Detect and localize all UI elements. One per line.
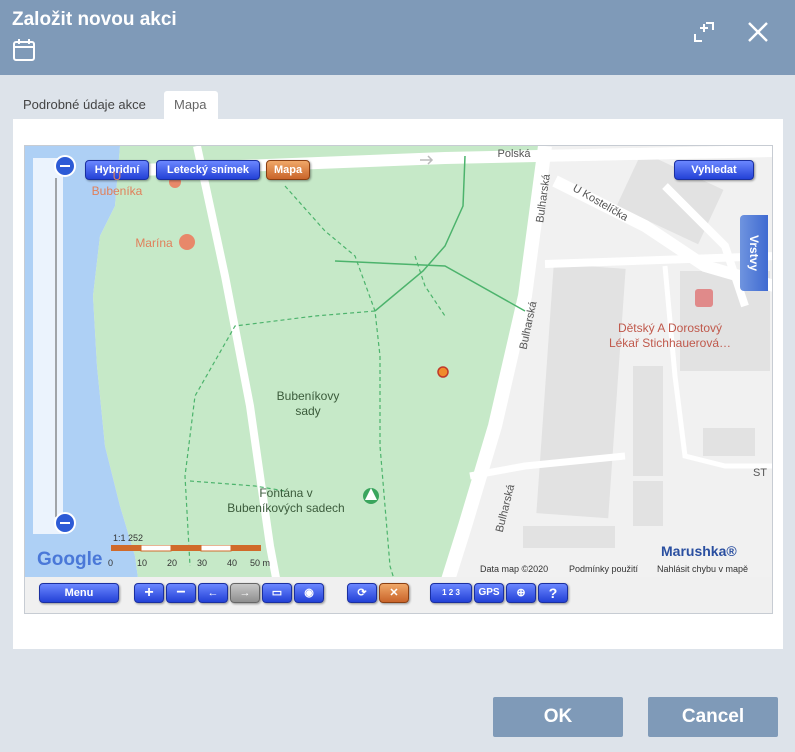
globe-icon: ◉ xyxy=(304,587,314,599)
map-label-polska: Polská xyxy=(497,148,531,160)
map-label-park: Bubeníkovy sady xyxy=(276,389,340,418)
zoom-out-button[interactable]: − xyxy=(166,583,196,603)
map-label-marina: Marína xyxy=(135,236,173,250)
ok-button[interactable]: OK xyxy=(493,697,623,737)
arrow-right-icon: → xyxy=(239,587,251,599)
scale-tick-1: 10 xyxy=(137,558,148,568)
arrow-left-icon: ← xyxy=(207,587,219,599)
scale-ratio: 1:1 252 xyxy=(113,533,144,543)
locate-button[interactable]: ⊕ xyxy=(506,583,536,603)
map-label-bubenika: U Bubeníka xyxy=(91,169,143,198)
restaurant-marker-icon[interactable] xyxy=(179,234,195,250)
extent-icon: ▭ xyxy=(271,587,283,599)
numbering-button[interactable]: 1 2 3 xyxy=(430,583,472,603)
tab-map[interactable]: Mapa xyxy=(164,91,218,120)
dialog-title: Založit novou akci xyxy=(12,9,177,30)
scale-tick-2: 20 xyxy=(167,558,178,568)
aerial-button[interactable]: Letecký snímek xyxy=(156,160,260,180)
search-button[interactable]: Vyhledat xyxy=(674,160,754,180)
menu-button[interactable]: Menu xyxy=(39,583,119,603)
map-button[interactable]: Mapa xyxy=(266,160,310,180)
zoom-extent-button[interactable]: ▭ xyxy=(262,583,292,603)
cancel-button[interactable]: Cancel xyxy=(648,697,778,737)
map-viewer[interactable]: Hybridní Letecký snímek Mapa Vyhledat Vr… xyxy=(24,145,773,614)
scale-tick-4: 40 xyxy=(227,558,238,568)
terms-link[interactable]: Podmínky použití xyxy=(569,564,638,574)
refresh-button[interactable]: ⟳ xyxy=(347,583,377,603)
clear-button[interactable]: ✕ xyxy=(379,583,409,603)
tab-details[interactable]: Podrobné údaje akce xyxy=(13,91,156,120)
crosshair-icon: ⊕ xyxy=(516,587,526,599)
close-icon[interactable] xyxy=(746,20,770,44)
google-logo: Google xyxy=(37,549,103,570)
refresh-icon: ⟳ xyxy=(357,587,367,599)
expand-icon[interactable] xyxy=(692,20,716,44)
hospital-marker-icon[interactable] xyxy=(695,289,713,307)
forward-button[interactable]: → xyxy=(230,583,260,603)
map-label-doctor: Dětský A Dorostový Lékař Stichhauerová… xyxy=(608,321,732,350)
zoom-in-button[interactable]: + xyxy=(134,583,164,603)
clear-icon: ✕ xyxy=(389,587,399,599)
zoom-rail[interactable] xyxy=(33,158,63,534)
scale-bar xyxy=(111,545,261,552)
minus-icon: − xyxy=(176,584,186,601)
marushka-logo: Marushka® xyxy=(661,543,737,559)
calendar-icon xyxy=(13,39,35,61)
map-label-fountain: Fontána v Bubeníkových sadech xyxy=(227,486,345,515)
identify-button[interactable]: ◉ xyxy=(294,583,324,603)
map-data-attribution: Data map ©2020 xyxy=(480,564,549,574)
scale-tick-0: 0 xyxy=(108,558,114,568)
numbering-icon: 1 2 3 xyxy=(442,588,460,597)
back-button[interactable]: ← xyxy=(198,583,228,603)
dialog-header: Založit novou akci xyxy=(0,0,795,75)
scale-tick-3: 30 xyxy=(197,558,208,568)
plus-icon: + xyxy=(144,584,154,601)
help-button[interactable]: ? xyxy=(538,583,568,603)
zoom-in-icon[interactable] xyxy=(52,153,78,179)
scale-tick-5: 50 m xyxy=(250,558,271,568)
zoom-out-icon[interactable] xyxy=(52,510,78,536)
layers-tab[interactable]: Vrstvy xyxy=(740,215,768,291)
event-location-point[interactable] xyxy=(437,366,449,378)
gps-button[interactable]: GPS xyxy=(474,583,504,603)
report-error-link[interactable]: Nahlásit chybu v mapě xyxy=(657,564,748,574)
map-label-st: ST xyxy=(752,467,768,479)
